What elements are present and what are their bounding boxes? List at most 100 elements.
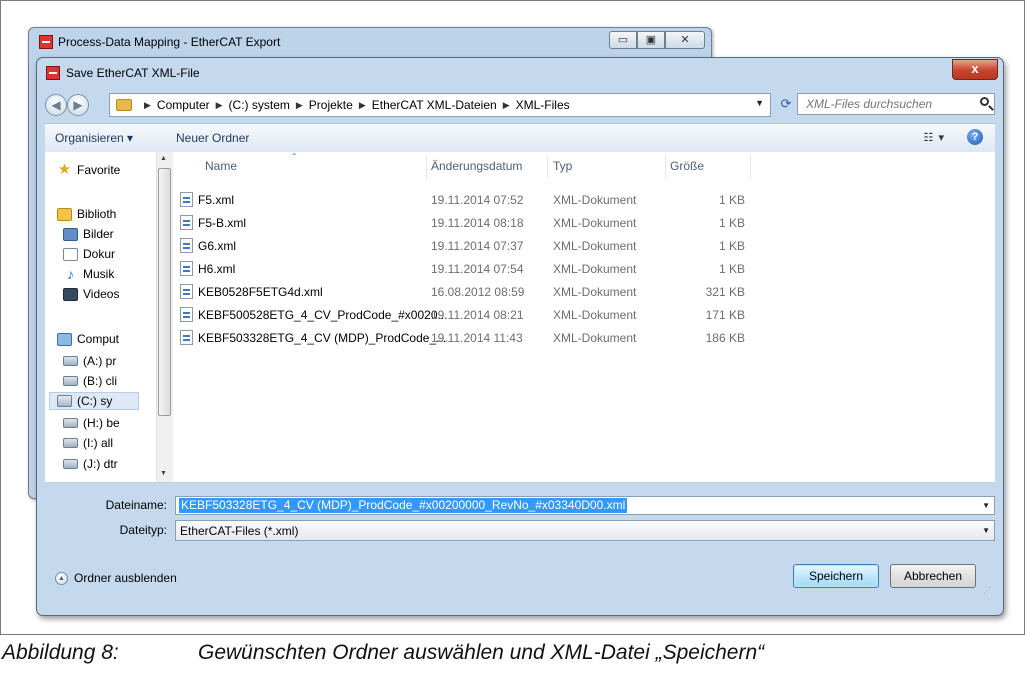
file-date: 19.11.2014 11:43 [431, 331, 523, 345]
breadcrumb-computer[interactable]: Computer [157, 98, 210, 112]
hide-folders-label[interactable]: Ordner ausblenden [74, 571, 177, 585]
nav-item-music[interactable]: ♪ Musik [63, 265, 114, 283]
computer-icon [57, 332, 72, 346]
caption-text: Gewünschten Ordner auswählen und XML-Dat… [198, 641, 765, 664]
chevron-down-icon[interactable]: ▼ [982, 501, 990, 510]
file-type: XML-Dokument [553, 308, 637, 322]
scroll-thumb[interactable] [158, 168, 171, 416]
file-row[interactable]: KEBF503328ETG_4_CV (MDP)_ProdCode_... 19.… [175, 328, 895, 348]
cancel-button[interactable]: Abbrechen [890, 564, 976, 588]
parent-window-title: Process-Data Mapping - EtherCAT Export [58, 35, 281, 49]
nav-item-doc[interactable]: Dokur [63, 245, 115, 263]
dialog-titlebar: Save EtherCAT XML-File [46, 66, 200, 80]
column-header-date[interactable]: Änderungsdatum [431, 159, 522, 173]
back-button[interactable]: ◀ [45, 94, 67, 116]
column-divider[interactable] [426, 155, 427, 179]
parent-close-button[interactable]: ✕ [665, 31, 705, 49]
organize-button[interactable]: Organisieren ▾ [55, 131, 133, 145]
chevron-up-icon[interactable]: ▲ [55, 571, 68, 585]
nav-item-label: (B:) cli [83, 374, 117, 388]
save-form: Dateiname: KEBF503328ETG_4_CV (MDP)_Prod… [45, 483, 995, 543]
new-folder-button[interactable]: Neuer Ordner [176, 131, 249, 145]
save-button[interactable]: Speichern [793, 564, 879, 588]
breadcrumb-projekte[interactable]: Projekte [309, 98, 353, 112]
nav-item-label: (C:) sy [77, 394, 113, 408]
filetype-select[interactable]: EtherCAT-Files (*.xml) ▼ [175, 520, 995, 541]
caption-number: Abbildung 8: [2, 641, 119, 664]
column-divider[interactable] [750, 155, 751, 179]
nav-item-drive[interactable]: (B:) cli [63, 372, 117, 390]
file-row[interactable]: H6.xml 19.11.2014 07:54 XML-Dokument 1 KB [175, 259, 895, 279]
hide-folders-toggle[interactable]: ▲ Ordner ausblenden [55, 571, 177, 585]
nav-item-drive[interactable]: (A:) pr [63, 352, 116, 370]
column-header-size[interactable]: Größe [670, 159, 704, 173]
sort-ascending-icon: ⌃ [291, 152, 298, 161]
file-row[interactable]: F5-B.xml 19.11.2014 08:18 XML-Dokument 1 KB [175, 213, 895, 233]
file-row[interactable]: F5.xml 19.11.2014 07:52 XML-Dokument 1 KB [175, 190, 895, 210]
nav-item-drive[interactable]: (I:) all [63, 434, 113, 452]
maximize-button[interactable]: ▣ [637, 31, 665, 49]
minimize-button[interactable]: ▭ [609, 31, 637, 49]
file-name: KEBF500528ETG_4_CV_ProdCode_#x0020... [198, 308, 448, 322]
file-name: KEBF503328ETG_4_CV (MDP)_ProdCode_... [198, 331, 447, 345]
xml-file-icon [180, 192, 193, 207]
file-date: 19.11.2014 08:21 [431, 308, 524, 322]
help-icon[interactable]: ? [967, 129, 983, 145]
dialog-close-button[interactable]: x [952, 59, 998, 80]
breadcrumb-separator-icon: ▶ [144, 99, 151, 110]
nav-item-pic[interactable]: Bilder [63, 225, 114, 243]
filename-field[interactable]: KEBF503328ETG_4_CV (MDP)_ProdCode_#x0020… [175, 496, 995, 515]
address-row: ◀ ▶ ▶ Computer ▶ (C:) system ▶ Projekte … [45, 93, 995, 117]
forward-button[interactable]: ▶ [67, 94, 89, 116]
search-box[interactable] [797, 93, 995, 115]
video-icon [63, 287, 78, 301]
chevron-down-icon[interactable]: ▼ [982, 526, 990, 535]
file-row[interactable]: KEBF500528ETG_4_CV_ProdCode_#x0020... 19.… [175, 305, 895, 325]
file-name: F5-B.xml [198, 216, 246, 230]
chevron-down-icon[interactable]: ▼ [755, 98, 764, 108]
column-divider[interactable] [547, 155, 548, 179]
nav-item-drive[interactable]: (J:) dtr [63, 455, 118, 473]
file-row[interactable]: KEB0528F5ETG4d.xml 16.08.2012 08:59 XML-Do… [175, 282, 895, 302]
refresh-icon[interactable]: ⟳ [775, 93, 797, 115]
xml-file-icon [180, 238, 193, 253]
network-drive-icon [63, 438, 78, 448]
nav-item-cdrive[interactable]: (C:) sy [49, 392, 139, 410]
column-header-name[interactable]: Name [205, 159, 237, 173]
column-divider[interactable] [665, 155, 666, 179]
nav-item-video[interactable]: Videos [63, 285, 119, 303]
network-drive-icon [63, 459, 78, 469]
breadcrumb-separator-icon: ▶ [295, 99, 303, 110]
nav-item-drive[interactable]: (H:) be [63, 414, 120, 432]
search-input[interactable] [804, 96, 973, 112]
document-icon [63, 247, 78, 261]
breadcrumb-drive[interactable]: (C:) system [229, 98, 290, 112]
file-date: 19.11.2014 07:52 [431, 193, 524, 207]
scroll-down-icon[interactable]: ▼ [160, 470, 167, 477]
nav-item-label: Bilder [83, 227, 114, 241]
breadcrumb-separator-icon: ▶ [215, 99, 223, 110]
browser-body: ★ Favorite Biblioth Bilder Dokur ♪ Musik Videos… [45, 152, 995, 483]
pictures-icon [63, 227, 78, 241]
breadcrumb-xml-files[interactable]: XML-Files [516, 98, 570, 112]
nav-item-star[interactable]: ★ Favorite [57, 161, 121, 179]
resize-grip-icon[interactable]: ⋰ [983, 586, 991, 595]
breadcrumb-ethercat-folder[interactable]: EtherCAT XML-Dateien [372, 98, 497, 112]
file-date: 19.11.2014 07:37 [431, 239, 524, 253]
nav-item-comp[interactable]: Comput [57, 330, 119, 348]
column-header-type[interactable]: Typ [553, 159, 572, 173]
navigation-scrollbar[interactable]: ▲ ▼ [156, 152, 173, 482]
file-row[interactable]: G6.xml 19.11.2014 07:37 XML-Dokument 1 KB [175, 236, 895, 256]
scroll-up-icon[interactable]: ▲ [160, 155, 167, 162]
view-options-button[interactable]: ☷ ▾ [924, 131, 945, 144]
filename-value[interactable]: KEBF503328ETG_4_CV (MDP)_ProdCode_#x0020… [179, 498, 628, 513]
nav-item-lib[interactable]: Biblioth [57, 205, 116, 223]
nav-item-label: (J:) dtr [83, 457, 118, 471]
parent-window-titlebar: Process-Data Mapping - EtherCAT Export [39, 35, 280, 49]
nav-item-label: Comput [77, 332, 120, 346]
file-size: 321 KB [705, 285, 745, 299]
search-icon[interactable] [980, 97, 989, 106]
nav-item-label: Dokur [83, 247, 116, 261]
file-type: XML-Dokument [553, 239, 637, 253]
address-bar[interactable]: ▶ Computer ▶ (C:) system ▶ Projekte ▶ Et… [109, 93, 771, 117]
